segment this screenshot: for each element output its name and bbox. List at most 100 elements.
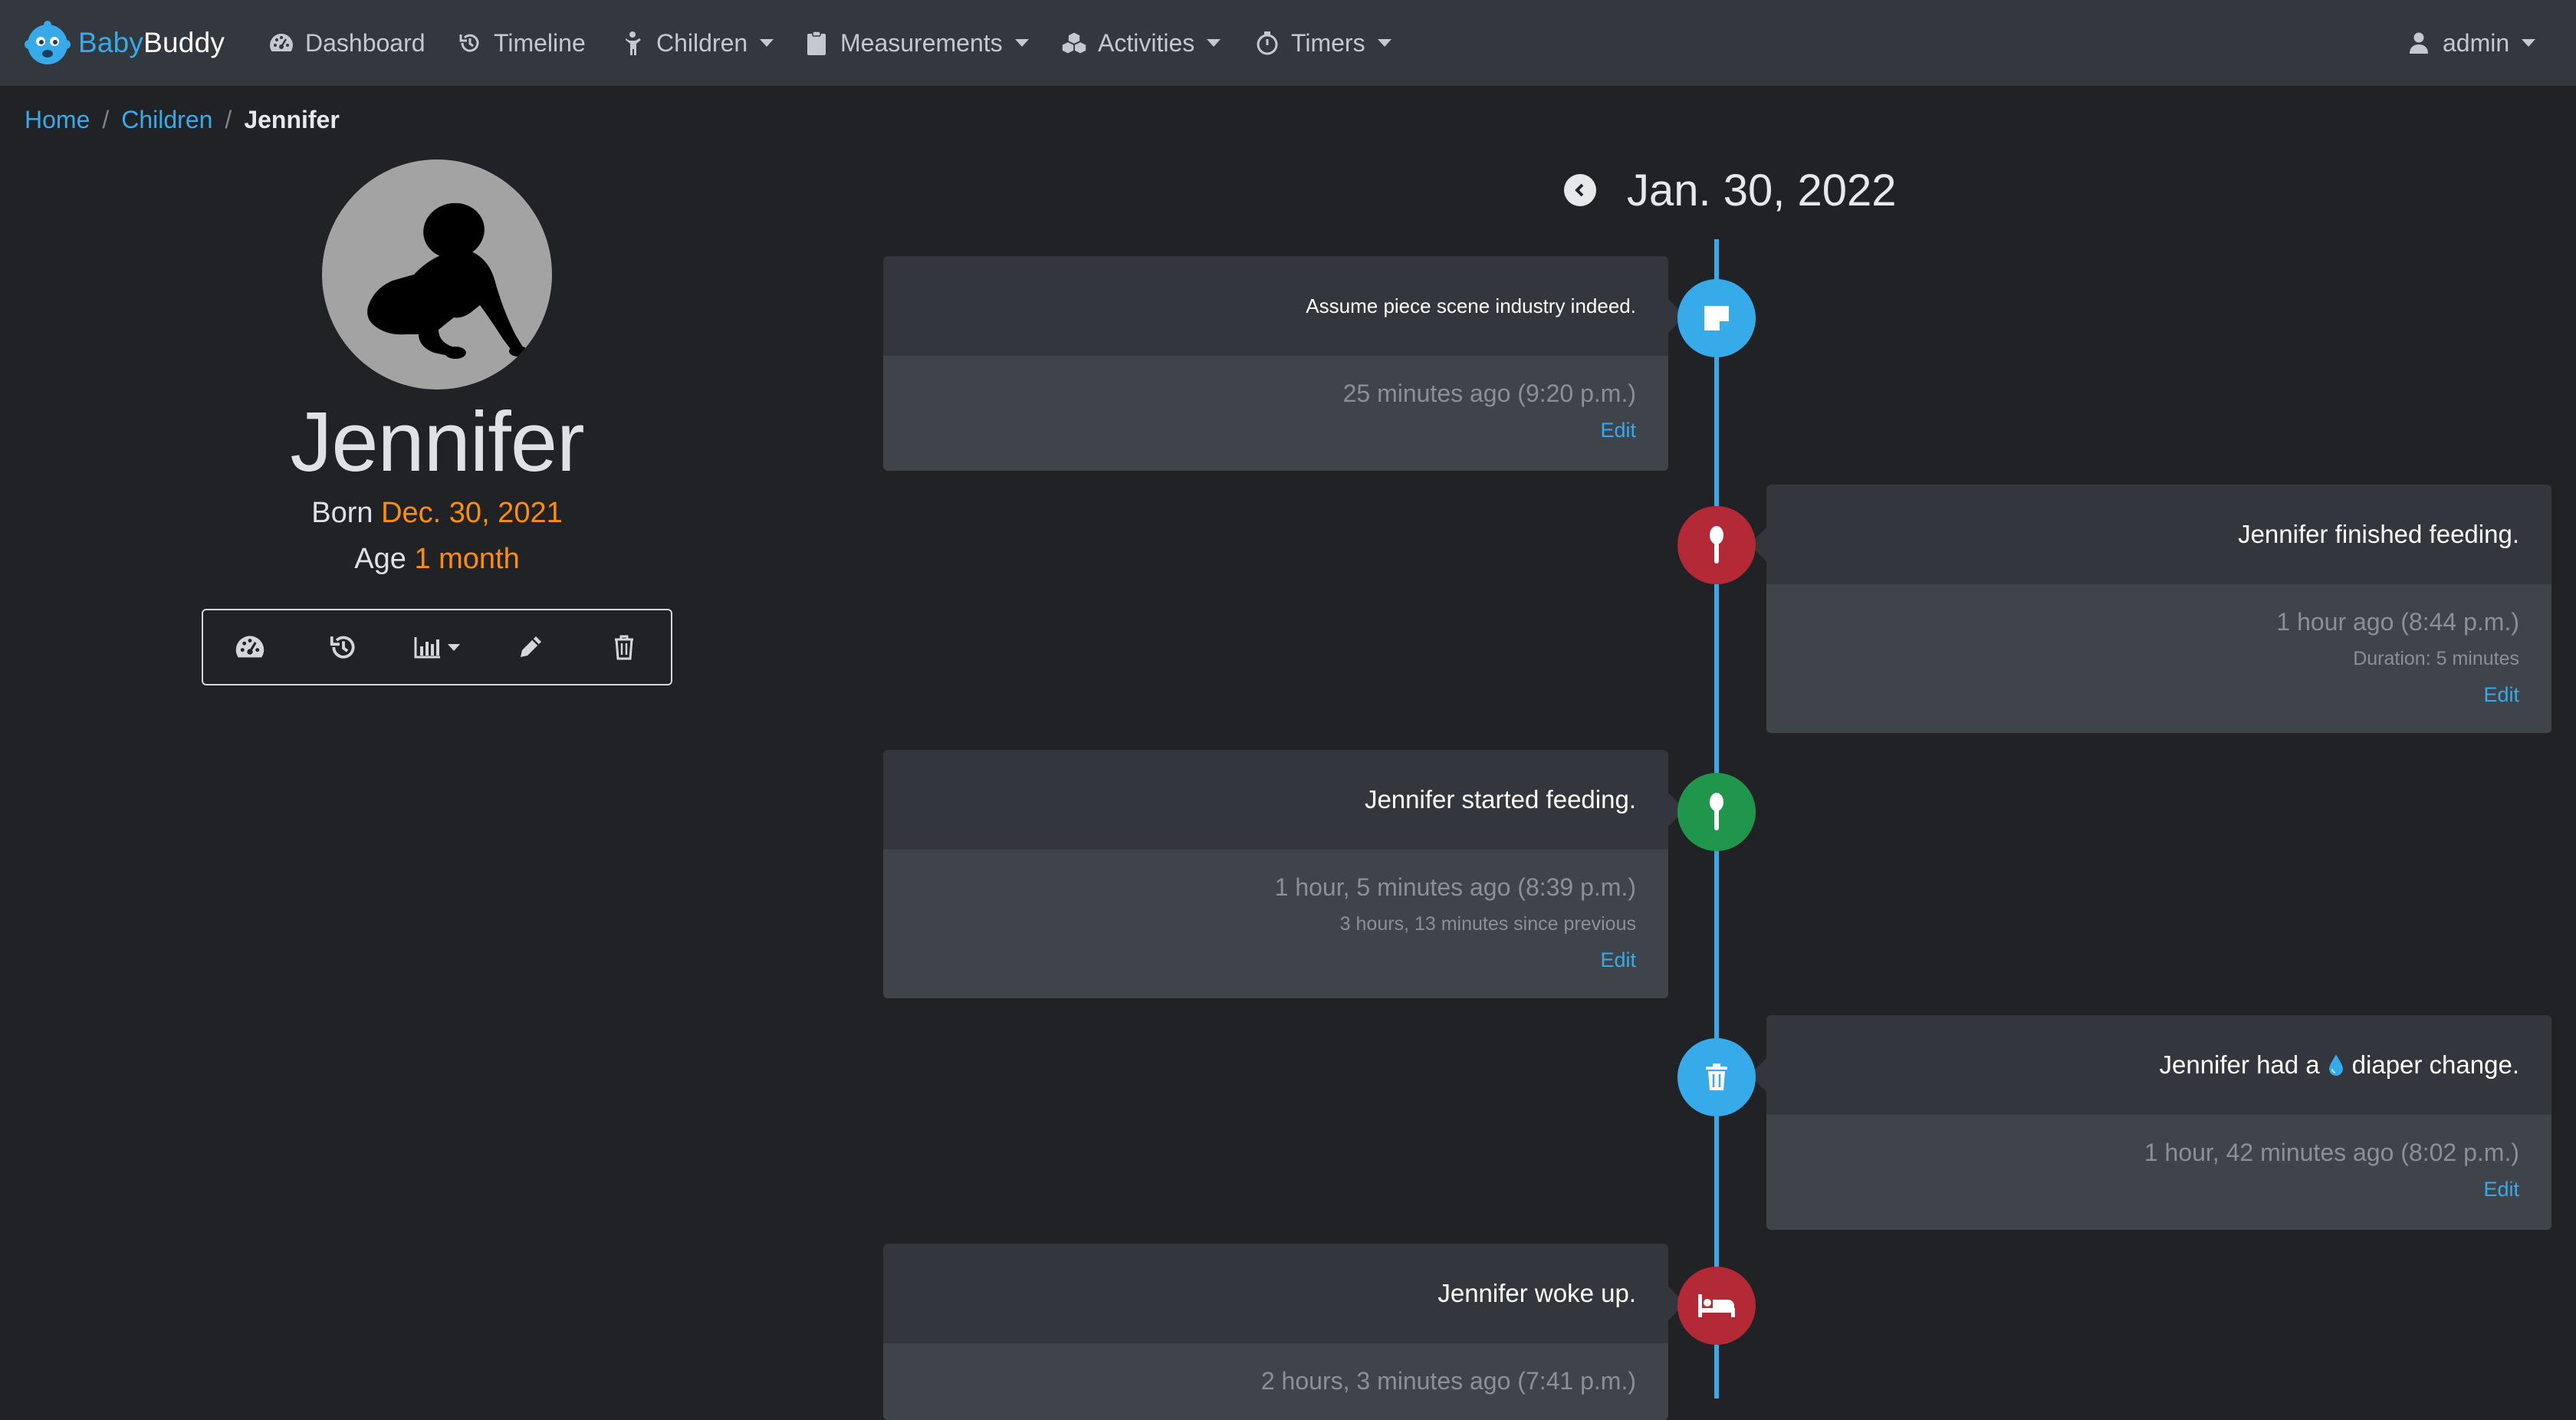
nav-timeline[interactable]: Timeline — [457, 23, 586, 63]
timeline-entry-detail: Duration: 5 minutes — [2353, 648, 2519, 669]
bed-icon — [1698, 1294, 1735, 1317]
timeline-entry-footer: 25 minutes ago (9:20 p.m.) Edit — [883, 356, 1668, 471]
born-date: Dec. 30, 2021 — [381, 497, 563, 529]
timeline-entry-diaper-change: Jennifer had a diaper change. 1 hour, 42… — [1750, 1015, 2551, 1230]
timeline-entry-footer: 1 hour ago (8:44 p.m.) Duration: 5 minut… — [1766, 584, 2551, 733]
nav-timers-label: Timers — [1291, 28, 1365, 57]
nav-children-dropdown[interactable]: Children — [619, 23, 774, 63]
timeline-entry-time: 2 hours, 3 minutes ago (7:41 p.m.) — [1260, 1367, 1636, 1395]
timeline-entry-footer: 1 hour, 5 minutes ago (8:39 p.m.) 3 hour… — [883, 850, 1668, 998]
dashboard-gauge-icon — [235, 636, 264, 658]
diaper-text-before: Jennifer had a — [2159, 1050, 2320, 1079]
history-icon — [330, 636, 355, 659]
chevron-down-icon — [1014, 39, 1029, 47]
nav-dashboard-label: Dashboard — [305, 28, 426, 57]
timeline-entry-footer: 1 hour, 42 minutes ago (8:02 p.m.) Edit — [1766, 1115, 2551, 1230]
edit-link[interactable]: Edit — [883, 411, 1636, 449]
clipboard-icon — [803, 30, 830, 56]
brand-buddy-text: Buddy — [143, 27, 225, 58]
spoon-icon — [1710, 793, 1723, 830]
edit-link[interactable]: Edit — [883, 943, 1636, 977]
history-icon — [457, 30, 483, 56]
previous-day-button[interactable] — [1564, 174, 1596, 206]
child-icon — [619, 30, 646, 56]
breadcrumb-separator: / — [102, 106, 110, 133]
trash-icon — [1706, 1063, 1727, 1090]
breadcrumb: Home / Children / Jennifer — [25, 106, 340, 134]
child-name: Jennifer — [290, 395, 584, 489]
spoon-icon — [1710, 526, 1723, 564]
age-label: Age — [354, 543, 406, 575]
edit-link[interactable]: Edit — [1766, 1170, 2519, 1208]
child-dashboard-button[interactable] — [203, 610, 297, 684]
child-born-line: Born Dec. 30, 2021 — [202, 497, 672, 530]
timeline-entry-time: 25 minutes ago (9:20 p.m.) — [1342, 380, 1636, 407]
chevron-down-icon — [448, 643, 460, 651]
timeline-entry-text: Jennifer finished feeding. — [2238, 520, 2519, 548]
edit-link[interactable]: Edit — [1766, 678, 2519, 712]
child-age-line: Age 1 month — [202, 543, 672, 576]
user-icon — [2409, 30, 2429, 56]
chevron-down-icon — [1207, 39, 1221, 47]
note-icon — [1704, 306, 1729, 330]
nav-timeline-label: Timeline — [494, 28, 586, 57]
timeline-entry-time: 1 hour ago (8:44 p.m.) — [2276, 608, 2519, 636]
crawling-baby-icon — [367, 202, 527, 359]
cubes-icon — [1061, 30, 1087, 56]
nav-measurements-label: Measurements — [840, 28, 1003, 57]
child-avatar — [322, 159, 552, 390]
nav-user-dropdown[interactable]: admin — [2409, 23, 2536, 63]
chevron-down-icon — [2522, 39, 2536, 47]
timeline-entry-text: Jennifer had a diaper change. — [1766, 1015, 2551, 1115]
timeline-entry-note: Assume piece scene industry indeed. 25 m… — [883, 256, 1685, 471]
timeline-entry-footer: 2 hours, 3 minutes ago (7:41 p.m.) — [883, 1343, 1668, 1420]
timeline-entry-detail: 3 hours, 13 minutes since previous — [1339, 913, 1636, 935]
child-actions-group — [202, 609, 672, 685]
born-label: Born — [311, 497, 373, 529]
child-delete-button[interactable] — [577, 610, 671, 684]
nav-children-label: Children — [656, 28, 748, 57]
timeline-entry-text: Jennifer woke up. — [1438, 1279, 1636, 1307]
chevron-left-icon — [1575, 183, 1584, 197]
nav-activities-label: Activities — [1098, 28, 1195, 57]
child-edit-button[interactable] — [484, 610, 577, 684]
age-value: 1 month — [414, 543, 520, 575]
nav-activities-dropdown[interactable]: Activities — [1061, 23, 1221, 63]
timeline-entry-text: Jennifer started feeding. — [1364, 785, 1636, 814]
brand-link[interactable]: BabyBuddy — [23, 17, 225, 69]
timeline-entry-feeding-started: Jennifer started feeding. 1 hour, 5 minu… — [883, 750, 1685, 998]
chevron-down-icon — [760, 39, 774, 47]
breadcrumb-current: Jennifer — [244, 106, 340, 133]
nav-timers-dropdown[interactable]: Timers — [1254, 23, 1392, 63]
diaper-text-after: diaper change. — [2351, 1050, 2519, 1079]
baby-buddy-logo-icon — [25, 21, 71, 64]
timeline-node-note — [1677, 279, 1756, 357]
child-reports-dropdown-button[interactable] — [390, 610, 484, 684]
timeline-node-diaper-change — [1677, 1038, 1756, 1116]
timeline-node-feeding-started — [1677, 773, 1756, 851]
timeline-date-header: Jan. 30, 2022 — [1564, 159, 1897, 221]
water-drop-icon — [2328, 1054, 2343, 1076]
timeline-entry-text: Assume piece scene industry indeed. — [1306, 294, 1636, 317]
chevron-down-icon — [1377, 39, 1392, 47]
timeline-entry-feeding-finished: Jennifer finished feeding. 1 hour ago (8… — [1750, 485, 2551, 733]
timeline-entry-time: 1 hour, 5 minutes ago (8:39 p.m.) — [1274, 873, 1636, 901]
child-timeline-button[interactable] — [297, 610, 390, 684]
breadcrumb-separator: / — [225, 106, 232, 133]
brand-name: BabyBuddy — [78, 27, 225, 59]
navbar: BabyBuddy Dashboard Timeline Children Me… — [0, 0, 2576, 86]
brand-baby-text: Baby — [78, 27, 144, 58]
nav-measurements-dropdown[interactable]: Measurements — [803, 23, 1029, 63]
breadcrumb-home-link[interactable]: Home — [25, 106, 90, 134]
trash-icon — [615, 635, 633, 660]
timeline-date: Jan. 30, 2022 — [1627, 165, 1897, 215]
breadcrumb-children-link[interactable]: Children — [121, 106, 212, 134]
nav-dashboard[interactable]: Dashboard — [268, 23, 426, 63]
pencil-icon — [521, 636, 541, 657]
timeline-node-sleep — [1677, 1267, 1756, 1345]
stopwatch-icon — [1254, 30, 1280, 56]
timeline-node-feeding-finished — [1677, 506, 1756, 584]
dashboard-gauge-icon — [268, 30, 294, 56]
bar-chart-icon — [414, 637, 440, 659]
nav-user-label: admin — [2443, 28, 2510, 57]
